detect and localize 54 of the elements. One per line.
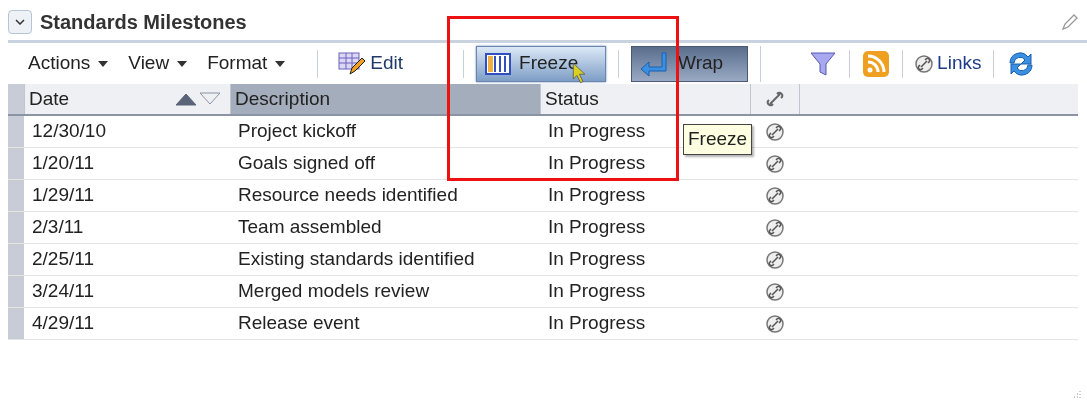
table-cell-text: Resource needs identified <box>238 183 458 208</box>
edit-button[interactable]: Edit <box>338 49 404 78</box>
columns-icon <box>485 51 512 76</box>
table-cell-text: Team assembled <box>238 215 382 240</box>
tooltip: Freeze <box>683 124 753 155</box>
column-header[interactable]: Description <box>230 84 540 114</box>
menu-button[interactable]: View <box>128 49 188 78</box>
table-cell-text: 1/29/11 <box>32 183 94 208</box>
resize-grip-icon[interactable] <box>1071 390 1081 400</box>
column-header[interactable]: Status <box>540 84 750 114</box>
table-cell-text: 12/30/10 <box>32 119 106 144</box>
corner-header <box>8 84 24 114</box>
caret-icon <box>275 60 286 67</box>
table-cell-text: In Progress <box>548 215 646 240</box>
menu-button[interactable]: Format <box>207 49 286 78</box>
row-header[interactable] <box>8 244 24 275</box>
table-cell-text: 2/25/11 <box>32 247 94 272</box>
table-cell-text: Release event <box>238 311 360 336</box>
filter-icon[interactable] <box>809 49 838 78</box>
table-cell-text: Merged models review <box>238 279 430 304</box>
column-header[interactable]: Date <box>24 84 230 114</box>
row-header[interactable] <box>8 212 24 243</box>
links-button[interactable]: Links <box>915 49 982 78</box>
caret-icon <box>177 60 188 67</box>
table-cell-text: Goals signed off <box>238 151 375 176</box>
column-header[interactable] <box>750 84 800 114</box>
table-cell-text: 4/29/11 <box>32 311 94 336</box>
row-header[interactable] <box>8 276 24 307</box>
toggle-button[interactable]: Wrap <box>631 45 749 82</box>
table-cell-text: 3/24/11 <box>32 279 94 304</box>
chevron-icon <box>15 19 25 25</box>
sort-arrows-icon[interactable] <box>174 92 222 106</box>
caret-icon <box>98 60 109 67</box>
table-cell-text: In Progress <box>548 247 646 272</box>
table-cell-text: In Progress <box>548 279 646 304</box>
menu-button[interactable]: Actions <box>28 49 109 78</box>
table-cell-text: In Progress <box>548 119 646 144</box>
row-header[interactable] <box>8 308 24 339</box>
panel-title: Standards Milestones <box>40 10 247 35</box>
table-cell-text: In Progress <box>548 151 646 176</box>
rss-icon[interactable] <box>862 49 891 78</box>
table-cell-text: In Progress <box>548 311 646 336</box>
row-header[interactable] <box>8 116 24 147</box>
table-pencil-icon <box>338 51 367 76</box>
collapse-toggle[interactable] <box>8 10 32 34</box>
table-cell-text: 2/3/11 <box>32 215 84 240</box>
table-cell-text: 1/20/11 <box>32 151 94 176</box>
row-header[interactable] <box>8 148 24 179</box>
pencil-icon[interactable] <box>1061 13 1079 31</box>
table-cell-text: In Progress <box>548 183 646 208</box>
toggle-button[interactable]: Freeze <box>476 45 607 82</box>
table-cell-text: Existing standards identified <box>238 247 475 272</box>
table-cell-text: Project kickoff <box>238 119 356 144</box>
row-header[interactable] <box>8 180 24 211</box>
